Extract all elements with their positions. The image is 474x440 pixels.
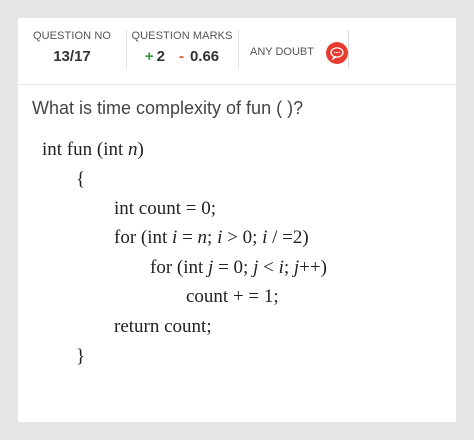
- marks-minus-sign: -: [178, 48, 184, 65]
- question-text: What is time complexity of fun ( )?: [32, 98, 304, 118]
- chat-bubble-icon[interactable]: [326, 42, 348, 64]
- header-divider: [238, 30, 239, 68]
- question-marks-label: QUESTION MARKS: [131, 30, 233, 42]
- marks-plus-sign: +: [144, 48, 154, 65]
- question-number-label: QUESTION NO: [32, 30, 112, 42]
- any-doubt-label: ANY DOUBT: [250, 46, 314, 58]
- any-doubt-button[interactable]: ANY DOUBT: [250, 42, 350, 64]
- question-marks-values: +2-0.66: [126, 48, 238, 65]
- question-number-block: QUESTION NO 13/17: [18, 30, 126, 74]
- question-marks-block: QUESTION MARKS +2-0.66: [126, 30, 238, 74]
- code-line: for (int i = n; i > 0; i / =2): [114, 227, 309, 248]
- code-line: int fun (int n): [42, 139, 144, 160]
- marks-plus-value: 2: [156, 48, 165, 65]
- code-line: }: [76, 346, 86, 367]
- question-card: QUESTION NO 13/17 QUESTION MARKS +2-0.66…: [18, 18, 456, 422]
- code-line: int count = 0;: [114, 198, 217, 219]
- code-line: count + = 1;: [186, 286, 279, 307]
- header-divider: [348, 30, 349, 68]
- code-line: {: [76, 169, 86, 190]
- code-line: for (int j = 0; j < i; j++): [150, 257, 327, 278]
- question-header: QUESTION NO 13/17 QUESTION MARKS +2-0.66…: [18, 18, 456, 85]
- code-line: return count;: [114, 316, 212, 337]
- marks-minus-value: 0.66: [189, 48, 220, 65]
- question-number-value: 13/17: [53, 48, 91, 65]
